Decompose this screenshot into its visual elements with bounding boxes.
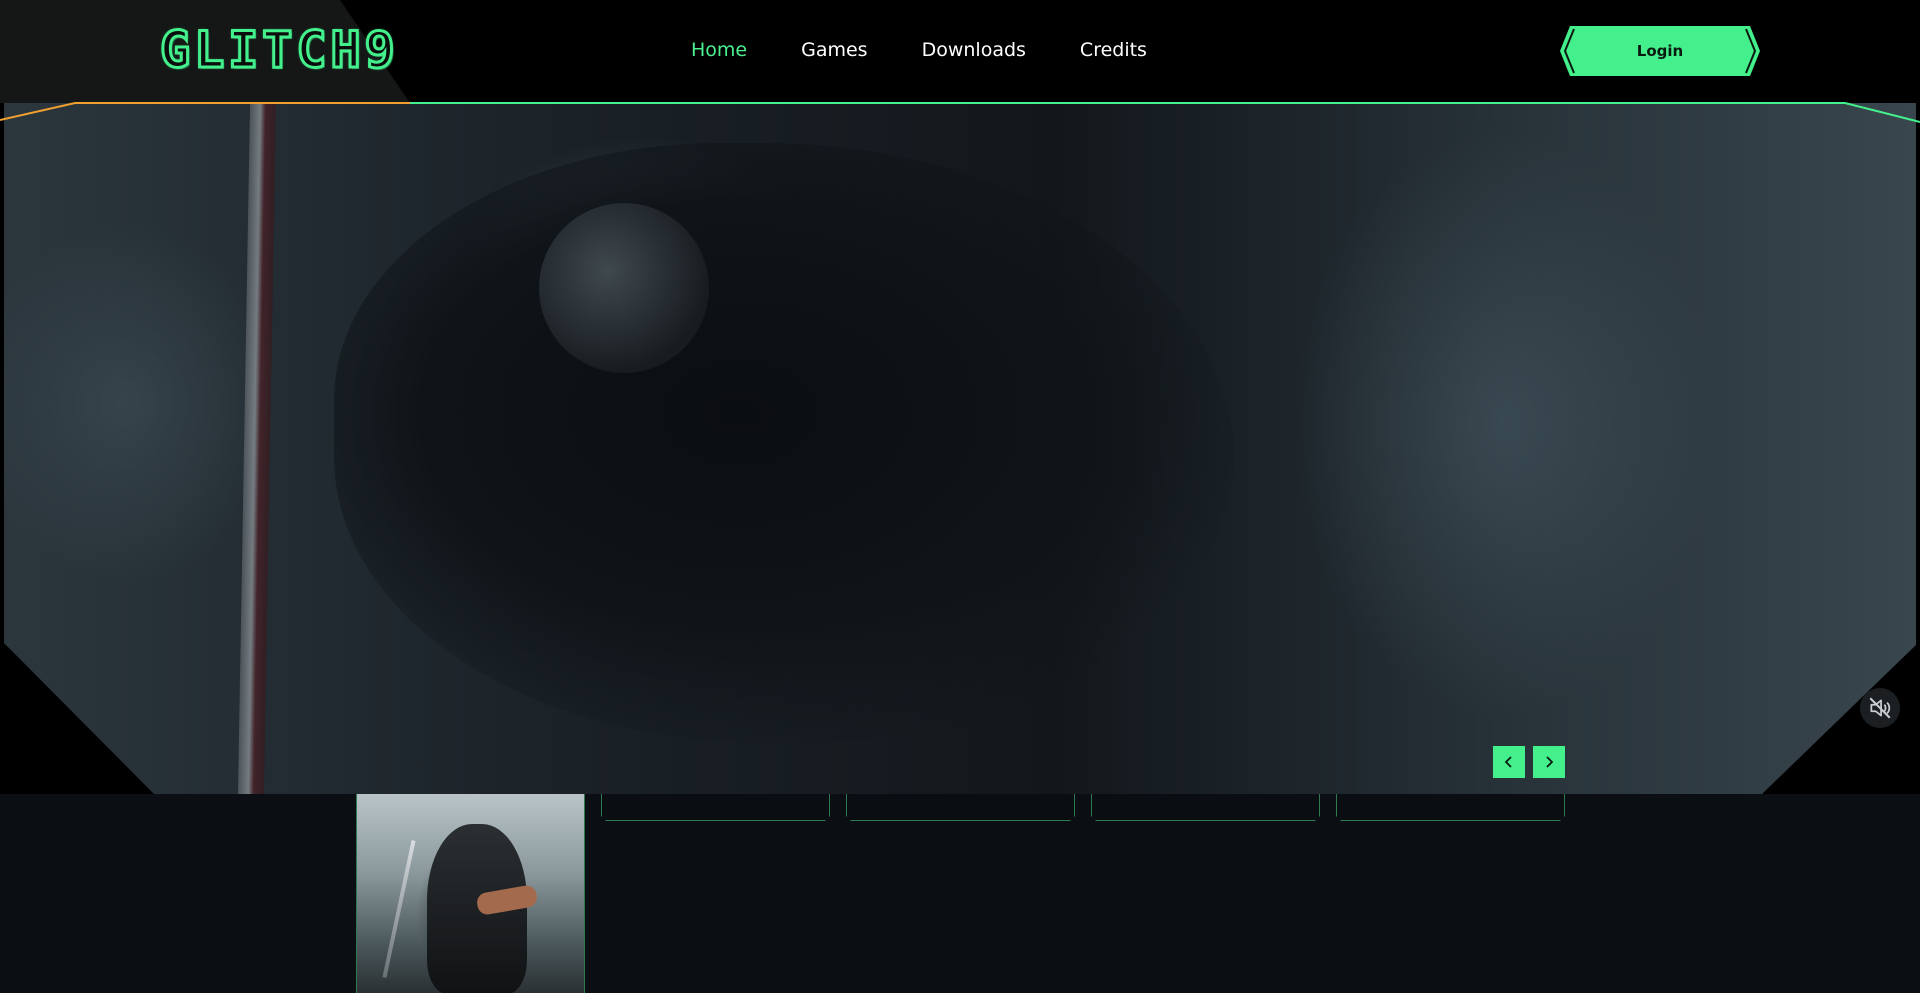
nav-home[interactable]: Home (691, 38, 747, 62)
hero-ninja-figure (334, 143, 1234, 743)
chevron-right-icon (1546, 756, 1554, 768)
page: GLITCH9 Home Games Downloads Credits Log… (0, 0, 1920, 993)
carousel-next-button[interactable] (1533, 746, 1565, 778)
carousel-strip (0, 794, 1920, 993)
hero-ninja-helmet (539, 203, 709, 373)
login-button-label: Login (1636, 42, 1684, 60)
nav-games[interactable]: Games (801, 38, 867, 62)
header: GLITCH9 Home Games Downloads Credits Log… (0, 0, 1920, 103)
carousel-thumbnail-selected[interactable] (356, 794, 585, 993)
carousel-card-5[interactable] (1336, 794, 1565, 821)
main-nav: Home Games Downloads Credits (691, 38, 1147, 62)
mute-button[interactable] (1860, 688, 1900, 728)
carousel-card-4[interactable] (1091, 794, 1320, 821)
carousel-card-3[interactable] (846, 794, 1075, 821)
thumbnail-katana (382, 840, 416, 978)
nav-downloads[interactable]: Downloads (922, 38, 1026, 62)
header-accent-lines (0, 102, 1920, 123)
logo[interactable]: GLITCH9 (159, 21, 399, 80)
nav-credits[interactable]: Credits (1080, 38, 1147, 62)
hero-sword (237, 103, 277, 794)
carousel-prev-button[interactable] (1493, 746, 1525, 778)
login-button[interactable]: Login (1560, 26, 1760, 76)
chevron-left-icon (1504, 756, 1512, 768)
volume-muted-icon (1869, 697, 1891, 719)
hero-video[interactable] (4, 103, 1916, 794)
carousel-card-2[interactable] (601, 794, 830, 821)
